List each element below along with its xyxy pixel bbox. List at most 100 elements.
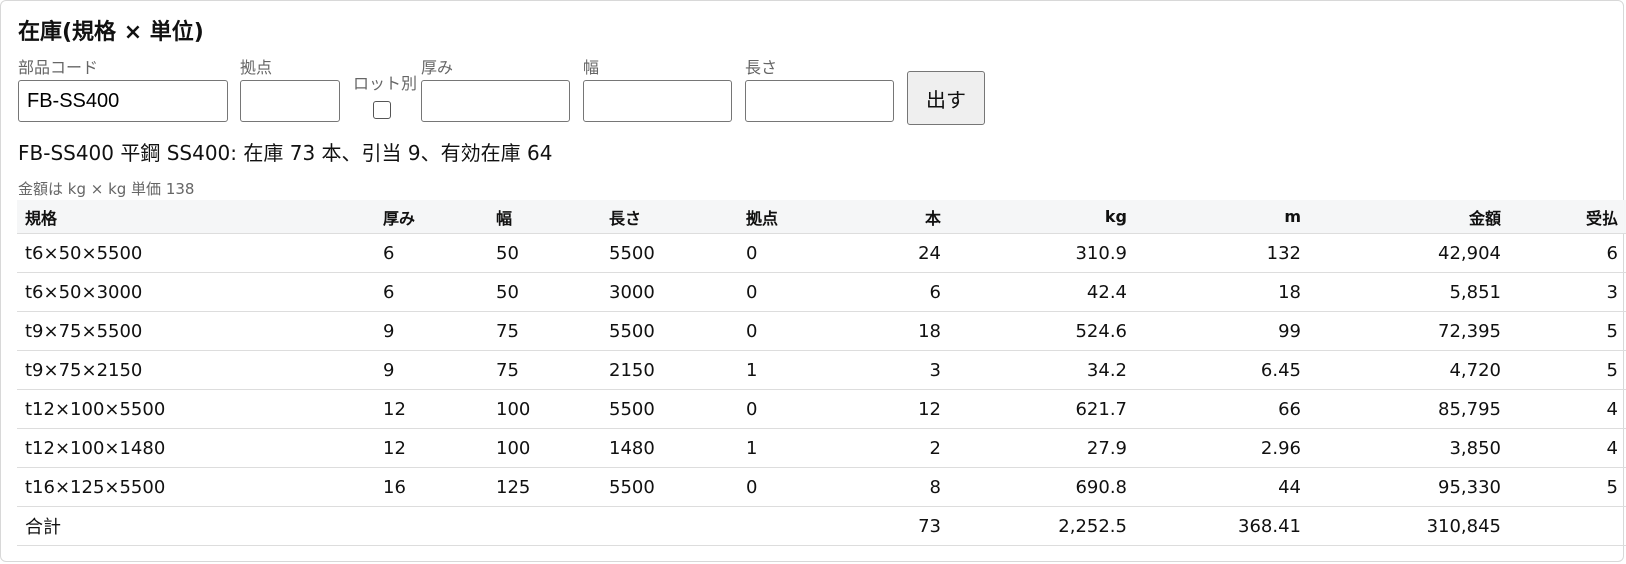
cell-amount: 72,395	[1309, 311, 1509, 351]
stock-panel: 在庫(規格 × 単位) 部品コード 拠点 ロット別 厚み 幅 長さ 出す FB-…	[0, 0, 1626, 562]
cell-site: 0	[738, 467, 851, 507]
width-label: 幅	[583, 58, 600, 77]
page-title: 在庫(規格 × 単位)	[18, 20, 204, 45]
cell-thickness: 6	[375, 272, 488, 312]
table-row: t6×50×5500 6 50 5500 0 24 310.9 132 42,9…	[17, 233, 1626, 273]
cell-m: 44	[1135, 467, 1309, 507]
table-row: t12×100×5500 12 100 5500 0 12 621.7 66 8…	[17, 389, 1626, 429]
cell-amount: 3,850	[1309, 428, 1509, 468]
cell-spec: t12×100×1480	[17, 428, 375, 468]
col-header-m: m	[1135, 200, 1309, 234]
cell-amount: 5,851	[1309, 272, 1509, 312]
site-input[interactable]	[240, 80, 340, 122]
cell-kg: 42.4	[949, 272, 1135, 312]
length-input[interactable]	[745, 80, 894, 122]
cell-m: 132	[1135, 233, 1309, 273]
cell-amount: 42,904	[1309, 233, 1509, 273]
cell-thickness: 9	[375, 350, 488, 390]
cell-m: 2.96	[1135, 428, 1309, 468]
amount-note: 金額は kg × kg 単価 138	[18, 180, 195, 198]
cell-kg: 524.6	[949, 311, 1135, 351]
cell-count: 18	[851, 311, 949, 351]
cell-count: 8	[851, 467, 949, 507]
cell-kg: 690.8	[949, 467, 1135, 507]
cell-transactions: 5	[1509, 467, 1626, 507]
submit-button[interactable]: 出す	[907, 71, 985, 125]
cell-site: 1	[738, 350, 851, 390]
col-header-length: 長さ	[601, 200, 738, 234]
part-code-input[interactable]	[18, 80, 228, 122]
cell-width: 100	[488, 389, 601, 429]
cell-m: 6.45	[1135, 350, 1309, 390]
cell-transactions: 5	[1509, 350, 1626, 390]
thickness-field: 厚み	[421, 58, 570, 124]
col-header-count: 本	[851, 200, 949, 234]
cell-width: 50	[488, 272, 601, 312]
table-row: t9×75×2150 9 75 2150 1 3 34.2 6.45 4,720…	[17, 350, 1626, 390]
col-header-transactions: 受払	[1509, 200, 1626, 234]
cell-kg: 34.2	[949, 350, 1135, 390]
table-row: t16×125×5500 16 125 5500 0 8 690.8 44 95…	[17, 467, 1626, 507]
col-header-thickness: 厚み	[375, 200, 488, 234]
cell-site: 0	[738, 272, 851, 312]
col-header-spec: 規格	[17, 200, 375, 234]
cell-amount: 95,330	[1309, 467, 1509, 507]
cell-width: 75	[488, 350, 601, 390]
col-header-width: 幅	[488, 200, 601, 234]
cell-length: 5500	[601, 467, 738, 507]
cell-m: 18	[1135, 272, 1309, 312]
cell-count: 2	[851, 428, 949, 468]
cell-length: 5500	[601, 311, 738, 351]
cell-site: 0	[738, 311, 851, 351]
cell-amount: 4,720	[1309, 350, 1509, 390]
cell-length: 5500	[601, 233, 738, 273]
table-header-row: 規格 厚み 幅 長さ 拠点 本 kg m 金額 受払	[17, 200, 1626, 234]
cell-m: 66	[1135, 389, 1309, 429]
total-m: 368.41	[1135, 506, 1309, 546]
cell-kg: 621.7	[949, 389, 1135, 429]
length-label: 長さ	[745, 58, 778, 77]
thickness-label: 厚み	[421, 58, 454, 77]
cell-thickness: 12	[375, 389, 488, 429]
cell-count: 24	[851, 233, 949, 273]
part-code-field: 部品コード	[18, 58, 228, 124]
cell-transactions: 3	[1509, 272, 1626, 312]
cell-transactions: 4	[1509, 428, 1626, 468]
cell-thickness: 9	[375, 311, 488, 351]
cell-site: 1	[738, 428, 851, 468]
thickness-input[interactable]	[421, 80, 570, 122]
col-header-site: 拠点	[738, 200, 851, 234]
cell-length: 1480	[601, 428, 738, 468]
total-count: 73	[851, 506, 949, 546]
table-row: t12×100×1480 12 100 1480 1 2 27.9 2.96 3…	[17, 428, 1626, 468]
cell-width: 100	[488, 428, 601, 468]
cell-amount: 85,795	[1309, 389, 1509, 429]
cell-width: 125	[488, 467, 601, 507]
site-field: 拠点	[240, 58, 340, 124]
col-header-kg: kg	[949, 200, 1135, 234]
col-header-amount: 金額	[1309, 200, 1509, 234]
cell-spec: t9×75×2150	[17, 350, 375, 390]
table-row: t6×50×3000 6 50 3000 0 6 42.4 18 5,851 3	[17, 272, 1626, 312]
cell-length: 3000	[601, 272, 738, 312]
cell-spec: t6×50×5500	[17, 233, 375, 273]
cell-count: 3	[851, 350, 949, 390]
cell-thickness: 16	[375, 467, 488, 507]
cell-length: 2150	[601, 350, 738, 390]
cell-transactions: 5	[1509, 311, 1626, 351]
stock-summary: FB-SS400 平鋼 SS400: 在庫 73 本、引当 9、有効在庫 64	[18, 141, 553, 165]
cell-spec: t6×50×3000	[17, 272, 375, 312]
cell-width: 75	[488, 311, 601, 351]
width-input[interactable]	[583, 80, 732, 122]
lot-field: ロット別	[353, 74, 417, 94]
cell-thickness: 12	[375, 428, 488, 468]
cell-spec: t12×100×5500	[17, 389, 375, 429]
lot-checkbox[interactable]	[373, 101, 391, 119]
cell-length: 5500	[601, 389, 738, 429]
total-kg: 2,252.5	[949, 506, 1135, 546]
table-row: t9×75×5500 9 75 5500 0 18 524.6 99 72,39…	[17, 311, 1626, 351]
table-total-row: 合計 73 2,252.5 368.41 310,845	[17, 506, 1626, 546]
cell-spec: t16×125×5500	[17, 467, 375, 507]
cell-site: 0	[738, 233, 851, 273]
cell-width: 50	[488, 233, 601, 273]
